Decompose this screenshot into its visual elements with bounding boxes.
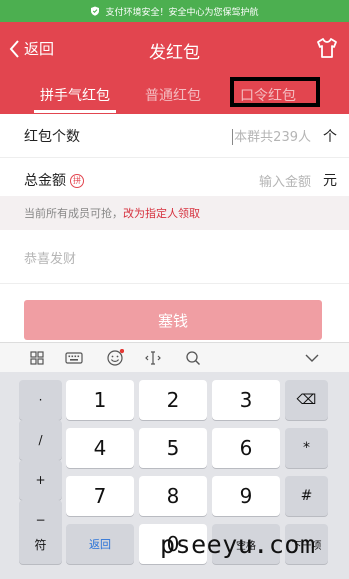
- key-7[interactable]: 7: [66, 476, 134, 516]
- return-key[interactable]: 返回: [66, 524, 134, 564]
- key-8[interactable]: 8: [139, 476, 207, 516]
- count-input[interactable]: 本群共239人: [80, 126, 311, 146]
- keyboard-icon[interactable]: [65, 349, 83, 367]
- key-4[interactable]: 4: [66, 428, 134, 468]
- header: 返回 发红包 拼手气红包 普通红包 口令红包: [0, 22, 349, 126]
- tab-normal[interactable]: 普通红包: [145, 85, 201, 105]
- amount-label: 总金额: [24, 173, 66, 189]
- keyboard-toolbar: [0, 342, 349, 372]
- key-2[interactable]: 2: [139, 380, 207, 420]
- recipient-note: 当前所有成员可抢， 改为指定人领取: [0, 196, 349, 230]
- count-label: 红包个数: [24, 128, 80, 145]
- security-bar: 支付环境安全！安全中心为您保驾护航: [0, 0, 349, 22]
- security-text: 支付环境安全！安全中心为您保驾护航: [105, 7, 259, 18]
- key-1[interactable]: 1: [66, 380, 134, 420]
- count-placeholder: 本群共239人: [234, 129, 311, 145]
- grid-icon[interactable]: [28, 349, 46, 367]
- greeting-input[interactable]: 恭喜发财: [0, 232, 349, 284]
- key-plus[interactable]: +: [19, 460, 62, 500]
- amount-input[interactable]: 输入金额: [84, 171, 311, 190]
- key-dot[interactable]: ·: [19, 380, 62, 420]
- key-slash[interactable]: /: [19, 420, 62, 460]
- pin-badge: 拼: [70, 174, 84, 188]
- shirt-icon[interactable]: [315, 36, 339, 60]
- cursor-icon[interactable]: [144, 349, 162, 367]
- symbols-key[interactable]: 符: [19, 524, 62, 564]
- note-text: 当前所有成员可抢，: [24, 207, 123, 220]
- key-5[interactable]: 5: [139, 428, 207, 468]
- key-6[interactable]: 6: [212, 428, 280, 468]
- count-row[interactable]: 红包个数 本群共239人 个: [0, 114, 349, 158]
- search-icon[interactable]: [184, 349, 202, 367]
- watermark: pseeyu.com: [160, 530, 316, 559]
- tab-normal-label: 普通红包: [145, 88, 201, 104]
- key-hash[interactable]: #: [285, 476, 328, 516]
- tab-underline: [34, 110, 116, 113]
- amount-label-group: 总金额拼: [24, 170, 84, 190]
- delete-key[interactable]: ⌫: [285, 380, 328, 420]
- assign-recipient-link[interactable]: 改为指定人领取: [123, 205, 200, 221]
- count-unit: 个: [323, 128, 337, 145]
- key-3[interactable]: 3: [212, 380, 280, 420]
- send-button[interactable]: 塞钱: [24, 300, 322, 340]
- highlight-box: [230, 77, 320, 107]
- shield-icon: [91, 6, 100, 16]
- tab-lucky-label: 拼手气红包: [40, 88, 110, 104]
- key-9[interactable]: 9: [212, 476, 280, 516]
- amount-unit: 元: [323, 173, 337, 189]
- tab-lucky[interactable]: 拼手气红包: [34, 85, 116, 113]
- key-star[interactable]: *: [285, 428, 328, 468]
- page-title: 发红包: [149, 43, 200, 63]
- chevron-down-icon[interactable]: [303, 349, 321, 367]
- emoji-icon[interactable]: [106, 349, 124, 367]
